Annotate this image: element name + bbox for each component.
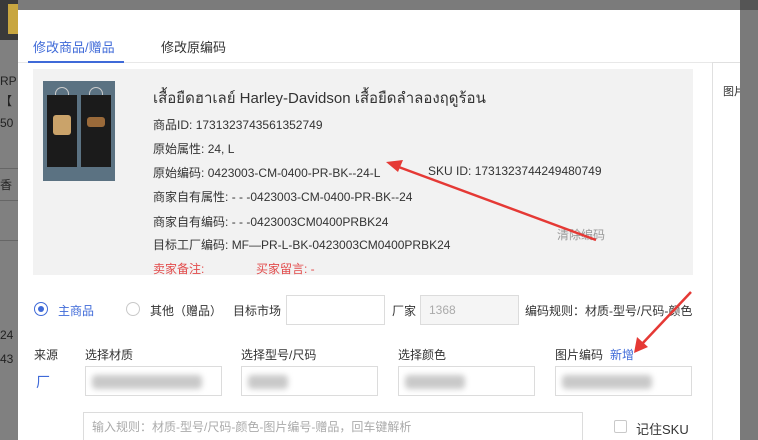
target-market-label: 目标市场 — [233, 304, 282, 318]
other-gift-radio[interactable] — [126, 302, 140, 316]
material-label: 选择材质 — [85, 348, 134, 362]
original-code-label: 原始编码: — [153, 166, 205, 180]
backdrop-divider — [0, 240, 18, 241]
tshirt-image — [81, 95, 111, 167]
main-product-radio[interactable] — [34, 302, 48, 316]
factory-label: 厂家 — [392, 304, 417, 318]
merchant-code-row: 商家自有编码: - - -0423003CM0400PRBK24 — [153, 213, 388, 230]
product-thumbnail[interactable] — [43, 81, 115, 181]
backdrop-left: RP 【 50 香 24 43 — [0, 0, 18, 440]
hanger-icon — [89, 87, 103, 95]
backdrop-right — [740, 0, 758, 440]
sku-id-label: SKU ID: — [428, 164, 472, 178]
factory-code-row: 目标工厂编码: MF—PR-L-BK-0423003CM0400PRBK24 — [153, 236, 450, 253]
source-value: 厂 — [36, 374, 50, 390]
backdrop-fragment: 【 — [0, 94, 13, 108]
remember-sku-checkbox[interactable] — [614, 420, 627, 433]
factory-code-label: 目标工厂编码: — [153, 238, 229, 252]
product-id-value: 1731323743561352749 — [195, 118, 323, 132]
tshirt-image — [47, 95, 77, 167]
image-code-select[interactable] — [555, 366, 692, 396]
product-id-label: 商品ID: — [153, 118, 193, 132]
backdrop-fragment: 香 — [0, 178, 13, 192]
target-market-input[interactable] — [286, 295, 385, 325]
original-code-row: 原始编码: 0423003-CM-0400-PR-BK--24-L — [153, 164, 380, 181]
merchant-attr-value: - - -0423003-CM-0400-PR-BK--24 — [231, 190, 413, 204]
tab-edit-product[interactable]: 修改商品/赠品 — [33, 37, 115, 56]
clear-code-link[interactable]: 清除编码 — [557, 226, 605, 243]
hanger-icon — [55, 87, 69, 95]
color-select[interactable] — [398, 366, 535, 396]
sku-id-value: 1731323744249480749 — [474, 164, 602, 178]
backdrop-fragment: RP — [0, 74, 17, 88]
image-code-label: 图片编码 — [555, 348, 604, 362]
code-parse-input[interactable] — [83, 412, 583, 440]
color-label: 选择颜色 — [398, 348, 447, 362]
backdrop-right-top — [740, 0, 758, 10]
original-attr-row: 原始属性: 24, L — [153, 140, 234, 157]
other-gift-label[interactable]: 其他（赠品） — [150, 302, 222, 319]
buyer-note: 买家留言: - — [256, 262, 315, 276]
backdrop-fragment: 43 — [0, 352, 14, 366]
factory-input[interactable] — [420, 295, 519, 325]
backdrop-fragment: 24 — [0, 328, 14, 342]
merchant-attr-label: 商家自有属性: — [153, 190, 229, 204]
merchant-code-label: 商家自有编码: — [153, 215, 229, 229]
factory-code-value: MF—PR-L-BK-0423003CM0400PRBK24 — [231, 238, 451, 252]
main-product-label[interactable]: 主商品 — [58, 302, 94, 319]
backdrop-divider — [0, 168, 18, 169]
code-rule-text: 编码规则：材质-型号/尺码-颜色 — [525, 304, 693, 318]
remember-sku-label[interactable]: 记住SKU — [636, 419, 689, 438]
product-info-card: เสื้อยืดฮาเลย์ Harley-Davidson เสื้อยืดล… — [33, 69, 693, 276]
backdrop-yellow-block — [8, 4, 18, 34]
image-source-panel: 图片来 — [712, 62, 740, 440]
original-attr-label: 原始属性: — [153, 142, 205, 156]
original-code-value: 0423003-CM-0400-PR-BK--24-L — [207, 166, 381, 180]
material-select[interactable] — [85, 366, 222, 396]
add-image-code-link[interactable]: 新增 — [610, 346, 634, 363]
edit-product-dialog: 修改商品/赠品 修改原编码 เสื้อยืดฮาเลย์ Harley-Davi… — [18, 10, 740, 440]
active-tab-indicator — [28, 61, 124, 63]
model-size-label: 选择型号/尺码 — [241, 348, 317, 362]
tab-bar: 修改商品/赠品 修改原编码 — [18, 10, 740, 63]
product-id-row: 商品ID: 1731323743561352749 — [153, 116, 323, 133]
source-label: 来源 — [34, 348, 59, 362]
image-source-label: 图片来 — [723, 86, 740, 98]
seller-note: 卖家备注: — [153, 262, 205, 276]
original-attr-value: 24, L — [207, 142, 235, 156]
tab-edit-original-code[interactable]: 修改原编码 — [161, 37, 226, 56]
backdrop-fragment: 50 — [0, 116, 14, 130]
product-title: เสื้อยืดฮาเลย์ Harley-Davidson เสื้อยืดล… — [153, 90, 486, 107]
sku-id-row: SKU ID: 1731323744249480749 — [428, 164, 602, 178]
model-size-select[interactable] — [241, 366, 378, 396]
backdrop-divider — [0, 200, 18, 201]
merchant-code-value: - - -0423003CM0400PRBK24 — [231, 215, 389, 229]
merchant-attr-row: 商家自有属性: - - -0423003-CM-0400-PR-BK--24 — [153, 188, 412, 205]
